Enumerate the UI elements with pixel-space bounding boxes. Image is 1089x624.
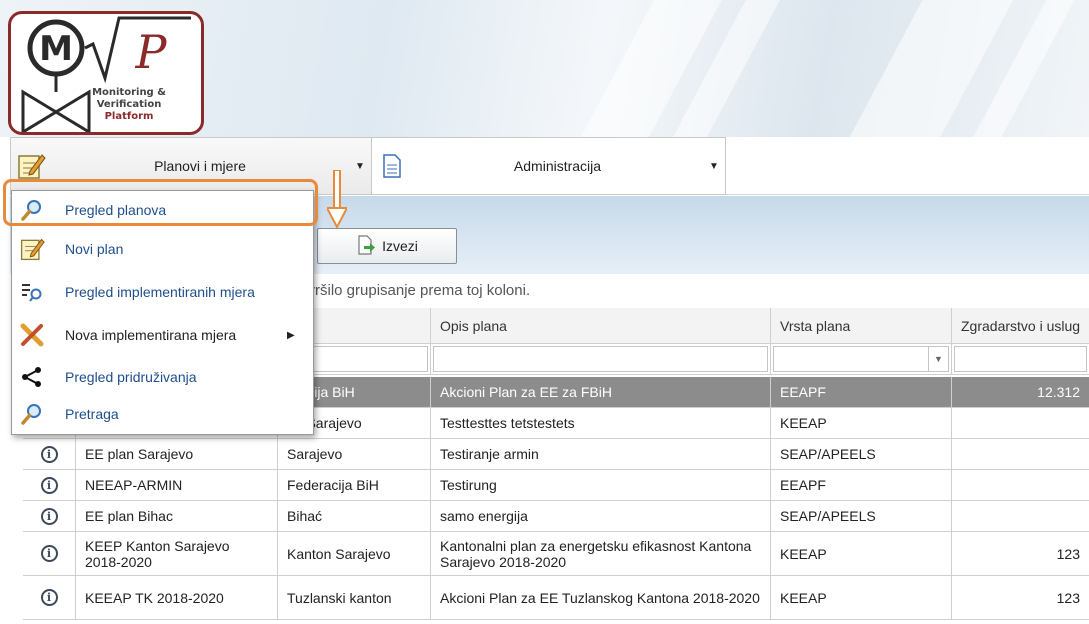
cell-description: Testiranje armin [431, 439, 771, 470]
cell-jurisdiction: Sarajevo [278, 439, 431, 470]
cell-buildings [952, 470, 1089, 501]
info-icon[interactable]: i [40, 545, 58, 562]
chevron-down-icon: ▼ [709, 160, 719, 172]
cell-buildings: 123 [952, 532, 1089, 576]
svg-text:Monitoring &: Monitoring & [92, 87, 166, 98]
info-cell: i [23, 532, 76, 576]
cell-description: Kantonalni plan za energetsku efikasnost… [431, 532, 771, 576]
menu-administration[interactable]: Administracija ▼ [372, 137, 726, 195]
cell-name: KEEP Kanton Sarajevo 2018-2020 [76, 532, 278, 576]
table-row[interactable]: i NEEAP-ARMIN Federacija BiH Testirung E… [23, 470, 1089, 501]
info-cell: i [23, 501, 76, 532]
grid-header-plan-type[interactable]: Vrsta plana [771, 308, 952, 344]
cell-plan-type: KEEAP [771, 576, 952, 620]
grid-header-buildings[interactable]: Zgradarstvo i uslug [952, 308, 1089, 344]
document-icon [372, 146, 412, 186]
chevron-right-icon: ▶ [287, 329, 295, 341]
cell-description: Akcioni Plan za EE Tuzlanskog Kantona 20… [431, 576, 771, 620]
filter-plan-type-select[interactable]: ▼ [773, 346, 949, 372]
highlight-box [3, 179, 318, 226]
menu-item-new-plan[interactable]: Novi plan [12, 231, 313, 267]
list-search-icon [12, 274, 52, 310]
cell-description: Testirung [431, 470, 771, 501]
export-label: Izvezi [382, 238, 418, 254]
svg-text:P: P [135, 25, 168, 79]
plans-dropdown-menu: Pregled planova Novi plan Pregled implem… [11, 190, 314, 435]
cell-name: EE plan Bihac [76, 501, 278, 532]
tools-icon [12, 317, 52, 353]
cell-buildings [952, 408, 1089, 439]
filter-description-cell [431, 344, 771, 375]
cell-jurisdiction: Kanton Sarajevo [278, 532, 431, 576]
cell-description: Akcioni Plan za EE za FBiH [431, 377, 771, 408]
cell-plan-type: KEEAP [771, 408, 952, 439]
cell-jurisdiction: Bihać [278, 501, 431, 532]
table-row[interactable]: i KEEP Kanton Sarajevo 2018-2020 Kanton … [23, 532, 1089, 576]
cell-plan-type: EEAPF [771, 470, 952, 501]
chevron-down-icon: ▼ [928, 347, 948, 371]
filter-plan-type-cell: ▼ [771, 344, 952, 375]
export-button[interactable]: Izvezi [317, 228, 457, 264]
cell-buildings [952, 501, 1089, 532]
table-row[interactable]: i EE plan Sarajevo Sarajevo Testiranje a… [23, 439, 1089, 470]
info-cell: i [23, 470, 76, 501]
cell-name: NEEAP-ARMIN [76, 470, 278, 501]
cell-jurisdiction: Federacija BiH [278, 470, 431, 501]
menu-item-search[interactable]: Pretraga [12, 396, 313, 432]
cell-plan-type: EEAPF [771, 377, 952, 408]
info-icon[interactable]: i [40, 507, 58, 525]
cell-description: samo energija [431, 501, 771, 532]
share-icon [12, 359, 52, 395]
cell-jurisdiction: Tuzlanski kanton [278, 576, 431, 620]
info-cell: i [23, 439, 76, 470]
cell-buildings [952, 439, 1089, 470]
filter-buildings-cell [952, 344, 1089, 375]
chevron-down-icon: ▼ [355, 160, 365, 172]
info-icon[interactable]: i [40, 445, 58, 463]
grid-header-description[interactable]: Opis plana [431, 308, 771, 344]
arrow-down-icon [327, 170, 347, 228]
info-cell: i [23, 576, 76, 620]
cell-plan-type: SEAP/APEELS [771, 439, 952, 470]
menu-plans-label: Planovi i mjere [154, 158, 246, 174]
mvp-logo[interactable]: M P Monitoring & Verification Platform [8, 11, 204, 135]
cell-name: EE plan Sarajevo [76, 439, 278, 470]
filter-description-input[interactable] [433, 346, 768, 372]
filter-buildings-input[interactable] [954, 346, 1087, 372]
header-banner: M P Monitoring & Verification Platform [0, 0, 1089, 137]
table-row[interactable]: i EE plan Bihac Bihać samo energija SEAP… [23, 501, 1089, 532]
menu-admin-label: Administracija [513, 158, 602, 174]
menu-item-joining-overview[interactable]: Pregled pridruživanja [12, 359, 313, 395]
svg-text:Verification: Verification [97, 99, 162, 110]
export-icon [356, 234, 376, 258]
table-row[interactable]: i KEEAP TK 2018-2020 Tuzlanski kanton Ak… [23, 576, 1089, 620]
cell-name: KEEAP TK 2018-2020 [76, 576, 278, 620]
svg-text:Platform: Platform [105, 111, 154, 122]
notepad-pencil-icon [12, 231, 52, 267]
mvp-logo-mark: M P Monitoring & Verification Platform [21, 16, 191, 132]
group-by-hint: zvršilo grupisanje prema toj koloni. [300, 282, 531, 299]
cell-buildings: 123 [952, 576, 1089, 620]
cell-buildings: 12.312 [952, 377, 1089, 408]
info-icon[interactable]: i [40, 476, 58, 494]
menu-item-implemented-measures[interactable]: Pregled implementiranih mjera [12, 274, 313, 310]
info-icon[interactable]: i [40, 589, 58, 606]
cell-plan-type: KEEAP [771, 532, 952, 576]
cell-description: Testtesttes tetstestets [431, 408, 771, 439]
svg-text:M: M [39, 29, 73, 69]
cell-plan-type: SEAP/APEELS [771, 501, 952, 532]
magnifier-icon [12, 396, 52, 432]
menu-item-new-implemented-measure[interactable]: Nova implementirana mjera ▶ [12, 317, 313, 353]
